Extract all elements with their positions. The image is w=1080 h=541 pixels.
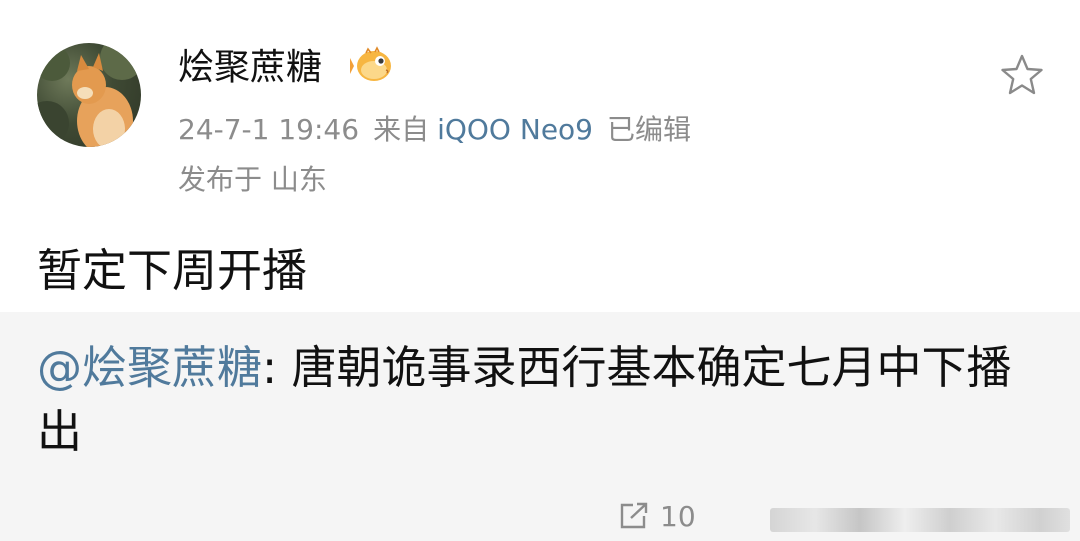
share-icon [620, 502, 648, 529]
source-prefix: 来自 [373, 113, 430, 146]
post-text: 暂定下周开播 [37, 244, 308, 297]
device-link[interactable]: iQOO Neo9 [437, 113, 593, 146]
edited-label[interactable]: 已编辑 [607, 113, 691, 146]
post-location: 发布于 山东 [178, 163, 327, 196]
pufferfish-badge-icon [350, 46, 394, 86]
share-button[interactable]: 10 [618, 498, 696, 534]
repost-content: @烩聚蔗糖: 唐朝诡事录西行基本确定七月中下播出 [37, 336, 1052, 464]
star-icon[interactable] [998, 52, 1046, 100]
post-meta: 24-7-1 19:46 来自 iQOO Neo9 已编辑 [178, 110, 705, 150]
timestamp: 24-7-1 19:46 [178, 113, 360, 146]
blurred-actions [770, 508, 1070, 532]
avatar[interactable] [37, 43, 141, 147]
author-name[interactable]: 烩聚蔗糖 [178, 42, 322, 94]
repost-card[interactable]: @烩聚蔗糖: 唐朝诡事录西行基本确定七月中下播出 10 [0, 312, 1080, 541]
mention-link[interactable]: @烩聚蔗糖 [37, 341, 262, 394]
share-count: 10 [660, 499, 696, 533]
